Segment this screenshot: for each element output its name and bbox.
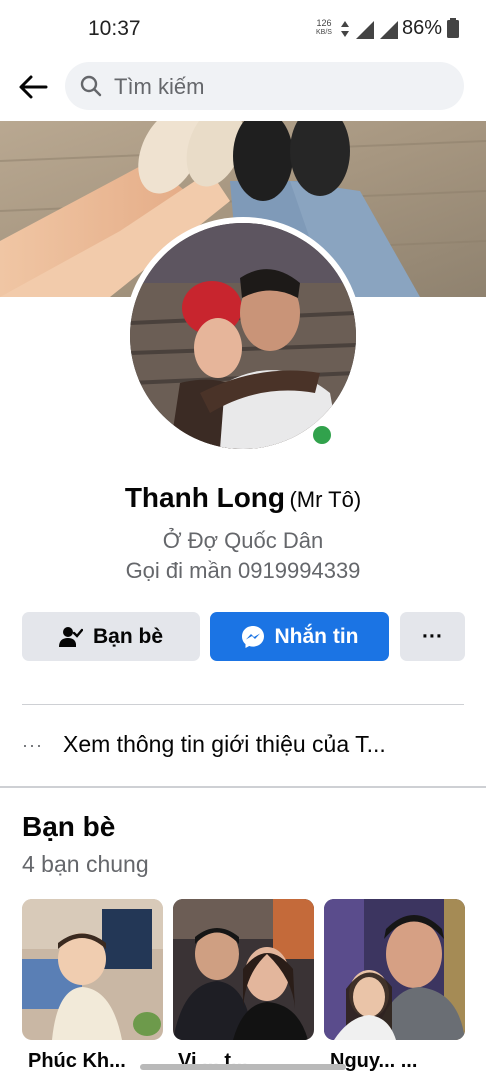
search-placeholder: Tìm kiếm — [114, 74, 205, 99]
profile-picture-frame[interactable] — [124, 217, 362, 455]
profile-name-row: Thanh Long (Mr Tô) — [0, 482, 486, 514]
online-status-indicator — [309, 422, 335, 448]
battery-icon — [447, 18, 459, 38]
battery-percent: 86% — [402, 17, 443, 39]
friends-button-label: Bạn bè — [92, 624, 163, 648]
view-about-info-row[interactable]: ··· Xem thông tin giới thiệu của T... — [22, 727, 464, 765]
profile-location: Ở Đợ Quốc Dân — [162, 528, 324, 553]
person-check-icon — [58, 626, 83, 647]
view-about-info-label: Xem thông tin giới thiệu của T... — [63, 731, 386, 757]
friend-card-2[interactable] — [173, 899, 314, 1040]
section-divider — [0, 786, 486, 788]
divider — [22, 704, 464, 705]
message-button-label: Nhắn tin — [274, 624, 359, 648]
profile-nickname: (Mr Tô) — [289, 487, 362, 512]
signal-icon — [380, 21, 398, 39]
gesture-navigation-bar[interactable] — [140, 1064, 346, 1070]
status-time: 10:37 — [88, 17, 141, 40]
search-icon — [80, 75, 102, 97]
friend-name-1[interactable]: Phúc Kh... — [28, 1050, 126, 1073]
back-button[interactable] — [16, 70, 50, 104]
friends-section-title: Bạn bè — [22, 811, 116, 842]
friend-card-3[interactable] — [324, 899, 465, 1040]
profile-name: Thanh Long — [124, 482, 286, 513]
network-speed-value: 126 — [316, 18, 332, 28]
arrow-left-icon — [19, 75, 48, 99]
friends-button[interactable]: Bạn bè — [22, 612, 200, 661]
messenger-icon — [241, 625, 264, 648]
search-input[interactable]: Tìm kiếm — [65, 62, 464, 110]
message-button[interactable]: Nhắn tin — [210, 612, 389, 661]
avatar[interactable] — [130, 223, 356, 449]
friend-photo-2 — [173, 899, 314, 1040]
data-arrows-icon — [341, 21, 349, 37]
status-bar: 10:37 126 KB/S 86% — [0, 0, 486, 58]
more-options-icon: ··· — [422, 624, 443, 648]
network-speed-unit: KB/S — [316, 29, 332, 36]
mutual-friends-count[interactable]: 4 bạn chung — [22, 851, 149, 878]
friend-photo-1 — [22, 899, 163, 1040]
network-speed: 126 KB/S — [313, 18, 335, 38]
more-options-button[interactable]: ··· — [400, 612, 465, 661]
signal-4g-icon — [356, 21, 374, 39]
avatar-image — [130, 223, 356, 449]
signal-icons — [340, 18, 398, 40]
friend-photo-3 — [324, 899, 465, 1040]
more-dots-icon: ··· — [22, 735, 43, 755]
friend-card-1[interactable] — [22, 899, 163, 1040]
profile-bio-phone: Gọi đi mần 0919994339 — [125, 558, 361, 583]
